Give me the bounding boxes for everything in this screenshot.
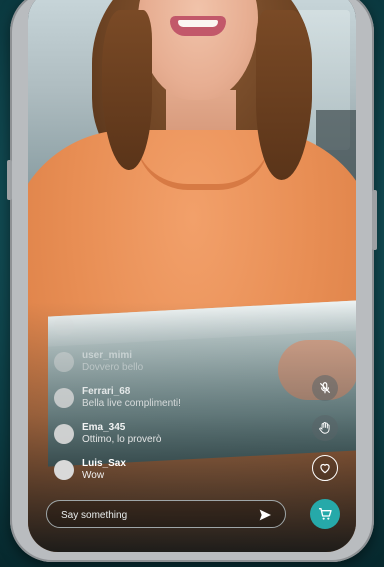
comment-message: Dovvero bello — [82, 362, 144, 373]
mute-button[interactable] — [312, 375, 338, 401]
hand-icon — [319, 421, 330, 434]
comment-user: Ema_345 — [82, 422, 126, 433]
comment-message: Wow — [82, 470, 105, 481]
phone-screen: user_mimi Dovvero bello Ferrari_68 Bella… — [28, 0, 356, 552]
phone-side-button — [7, 160, 12, 200]
comment-user: user_mimi — [82, 350, 133, 361]
like-button[interactable] — [312, 455, 338, 481]
avatar — [54, 352, 74, 372]
comment-item: Ferrari_68 Bella live complimenti! — [54, 380, 274, 416]
raise-hand-button[interactable] — [312, 415, 338, 441]
chat-input[interactable] — [61, 507, 241, 523]
mic-off-icon — [319, 382, 331, 394]
comment-message: Bella live complimenti! — [82, 398, 181, 409]
cart-button[interactable] — [310, 499, 340, 529]
avatar — [54, 388, 74, 408]
avatar — [54, 460, 74, 480]
presenter-teeth — [178, 20, 218, 27]
comment-item: user_mimi Dovvero bello — [54, 344, 274, 380]
live-comments: user_mimi Dovvero bello Ferrari_68 Bella… — [54, 308, 274, 488]
comment-item: Ema_345 Ottimo, lo proverò — [54, 416, 274, 452]
comment-item — [54, 308, 274, 344]
comment-message: Ottimo, lo proverò — [82, 434, 162, 445]
chat-bar — [46, 500, 286, 528]
send-button[interactable] — [257, 507, 273, 523]
phone-power-button — [372, 190, 377, 250]
heart-icon — [320, 463, 330, 474]
comment-user: Luis_Sax — [82, 458, 126, 469]
comment-item: Luis_Sax Wow — [54, 452, 274, 488]
presenter-hair-left — [102, 10, 152, 170]
send-icon — [259, 509, 271, 521]
comment-user: Ferrari_68 — [82, 386, 131, 397]
cart-icon — [319, 508, 332, 520]
avatar — [54, 424, 74, 444]
avatar — [54, 316, 74, 336]
